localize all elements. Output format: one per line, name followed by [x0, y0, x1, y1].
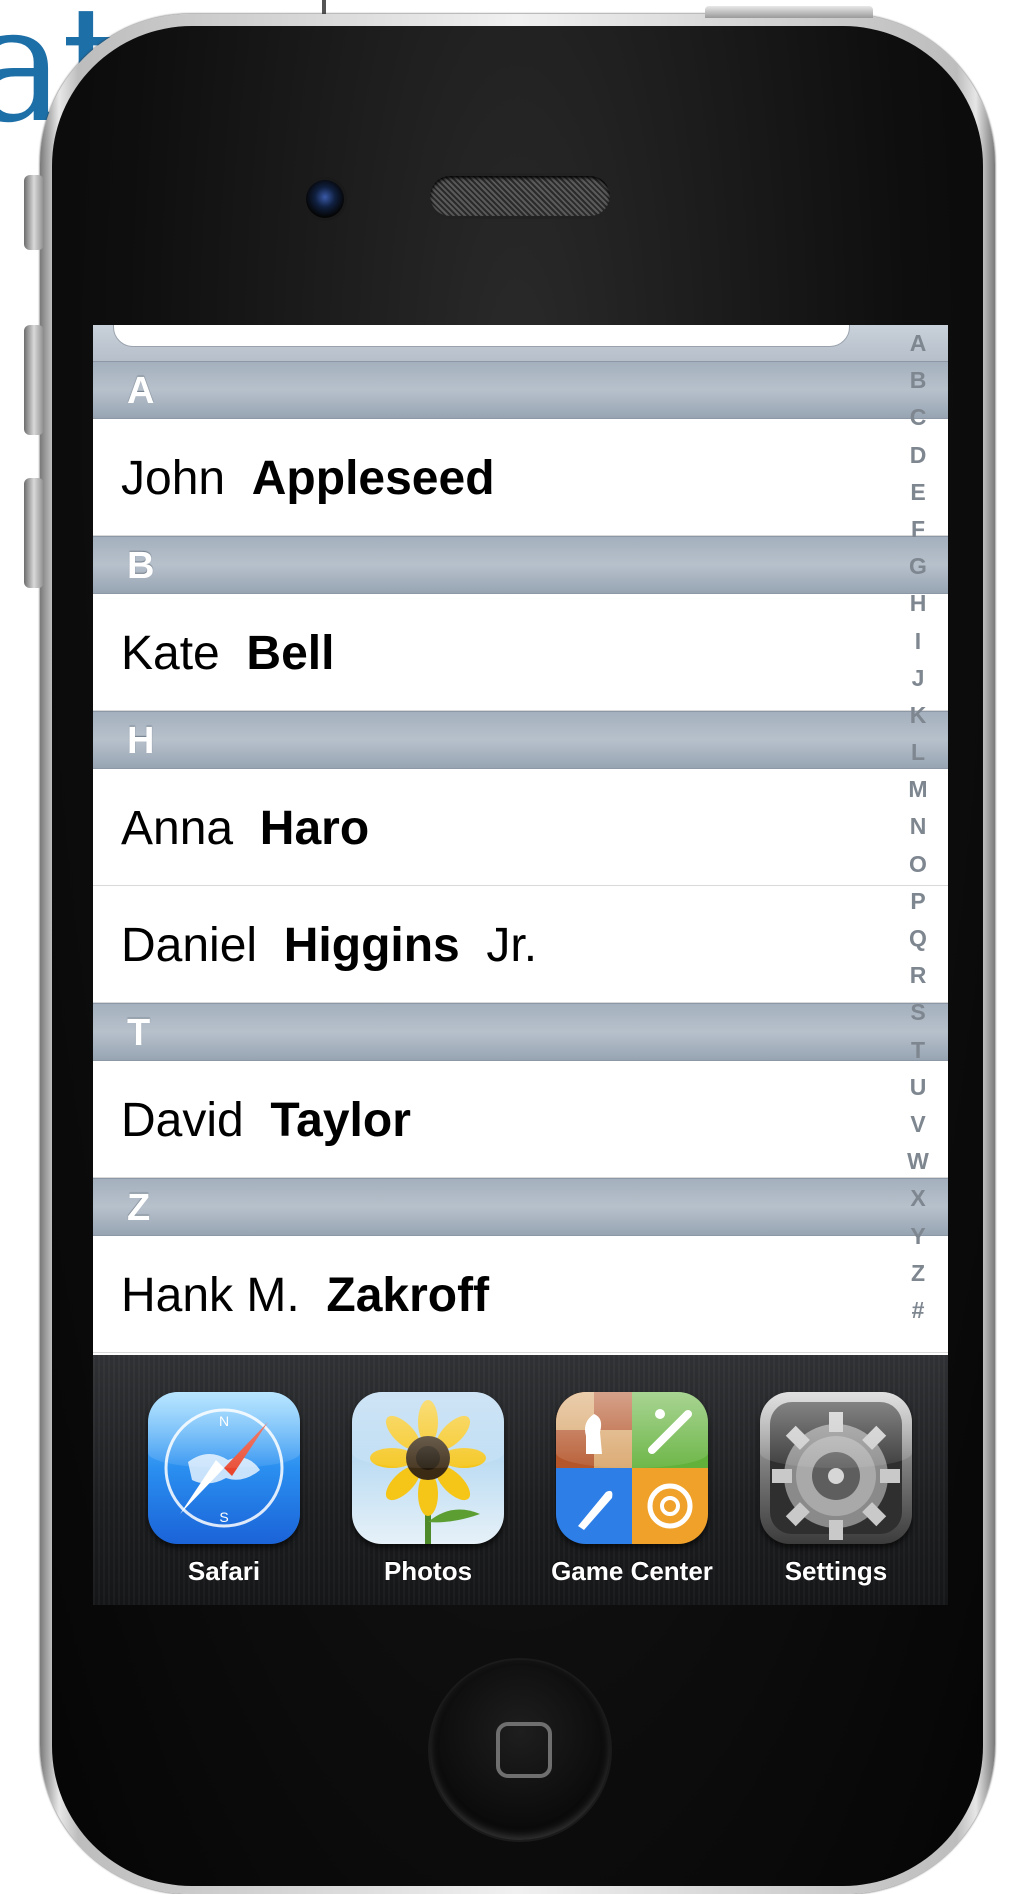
index-letter[interactable]: A: [910, 325, 927, 362]
last-name: Haro: [259, 802, 370, 855]
index-letter[interactable]: K: [910, 697, 927, 734]
section-header-t: T: [93, 1003, 948, 1061]
contact-row-david-taylor[interactable]: David Taylor: [93, 1061, 948, 1178]
index-letter[interactable]: L: [911, 734, 925, 771]
section-letter: T: [127, 1012, 151, 1054]
sunflower-icon: [352, 1392, 504, 1544]
app-label: Photos: [383, 1556, 473, 1586]
index-letter[interactable]: B: [910, 362, 927, 399]
index-letter[interactable]: I: [915, 623, 921, 660]
contact-name: Kate Bell: [121, 626, 334, 681]
index-letter[interactable]: T: [911, 1032, 925, 1069]
index-letter[interactable]: O: [909, 846, 927, 883]
home-button[interactable]: [430, 1660, 610, 1840]
search-field[interactable]: [113, 325, 850, 347]
first-name: David: [121, 1094, 244, 1147]
section-letter: B: [127, 545, 155, 587]
dock-app-game-center[interactable]: Game Center: [547, 1392, 717, 1587]
contact-name: Daniel Higgins Jr.: [121, 918, 537, 973]
app-label: Game Center: [551, 1556, 713, 1586]
index-letter[interactable]: N: [910, 808, 927, 845]
index-letter[interactable]: Y: [910, 1218, 925, 1255]
index-letter[interactable]: J: [912, 660, 925, 697]
index-letter[interactable]: R: [910, 957, 927, 994]
last-name: Bell: [246, 627, 335, 680]
section-index-bar[interactable]: A B C D E F G H I J K L M N O P Q R S T U V W X Y Z #: [888, 325, 948, 1355]
index-letter[interactable]: E: [910, 474, 925, 511]
index-letter[interactable]: Q: [909, 920, 927, 957]
search-bar: [93, 325, 948, 362]
first-name: John: [121, 452, 226, 505]
first-name: Hank M.: [121, 1269, 300, 1322]
index-letter[interactable]: V: [910, 1106, 925, 1143]
contact-row-daniel-higgins[interactable]: Daniel Higgins Jr.: [93, 886, 948, 1003]
contacts-screen: A John Appleseed B Kate Bell H Anna Haro…: [93, 325, 948, 1605]
first-name: Daniel: [121, 919, 258, 972]
volume-up-button[interactable]: [24, 325, 44, 435]
contact-row-hank-zakroff[interactable]: Hank M. Zakroff: [93, 1236, 948, 1353]
section-letter: A: [127, 370, 155, 412]
front-camera: [306, 180, 344, 218]
section-header-h: H: [93, 711, 948, 769]
dock: N S Safari: [93, 1355, 948, 1605]
sleep-wake-button[interactable]: [705, 6, 873, 18]
last-name: Taylor: [270, 1094, 411, 1147]
contact-name: Hank M. Zakroff: [121, 1268, 489, 1323]
index-letter[interactable]: Z: [911, 1255, 925, 1292]
index-letter[interactable]: #: [912, 1292, 925, 1329]
last-name: Zakroff: [326, 1269, 490, 1322]
last-name: Higgins: [283, 919, 460, 972]
index-letter[interactable]: G: [909, 548, 927, 585]
contact-row-john-appleseed[interactable]: John Appleseed: [93, 419, 948, 536]
section-header-a: A: [93, 361, 948, 419]
dock-app-safari[interactable]: N S Safari: [139, 1392, 309, 1587]
contact-list: A John Appleseed B Kate Bell H Anna Haro…: [93, 361, 948, 1353]
dock-app-photos[interactable]: Photos: [343, 1392, 513, 1587]
first-name: Anna: [121, 802, 234, 855]
index-letter[interactable]: U: [910, 1069, 927, 1106]
contact-row-anna-haro[interactable]: Anna Haro: [93, 769, 948, 886]
index-letter[interactable]: W: [907, 1143, 929, 1180]
volume-down-button[interactable]: [24, 478, 44, 588]
contact-name: Anna Haro: [121, 801, 369, 856]
contact-name: David Taylor: [121, 1093, 411, 1148]
earpiece-speaker: [430, 176, 610, 216]
app-label: Settings: [784, 1556, 888, 1586]
contact-name: John Appleseed: [121, 451, 495, 506]
index-letter[interactable]: M: [908, 771, 927, 808]
app-label: Safari: [187, 1556, 261, 1586]
dock-app-settings[interactable]: Settings: [751, 1392, 921, 1587]
index-letter[interactable]: P: [910, 883, 925, 920]
index-letter[interactable]: D: [910, 437, 927, 474]
section-header-b: B: [93, 536, 948, 594]
section-letter: Z: [127, 1187, 151, 1229]
gear-icon: [760, 1392, 912, 1544]
index-letter[interactable]: H: [910, 585, 927, 622]
index-letter[interactable]: S: [910, 994, 925, 1031]
svg-text:S: S: [219, 1509, 228, 1525]
mute-switch[interactable]: [24, 175, 44, 250]
section-header-z: Z: [93, 1178, 948, 1236]
home-square-icon: [496, 1722, 552, 1778]
section-letter: H: [127, 720, 155, 762]
index-letter[interactable]: X: [910, 1180, 925, 1217]
index-letter[interactable]: F: [911, 511, 925, 548]
index-letter[interactable]: C: [910, 399, 927, 436]
last-name: Appleseed: [251, 452, 495, 505]
first-name: Kate: [121, 627, 220, 680]
safari-icon: N S: [148, 1392, 300, 1544]
game-center-icon: [556, 1392, 708, 1544]
name-suffix: Jr.: [486, 919, 538, 972]
contact-row-kate-bell[interactable]: Kate Bell: [93, 594, 948, 711]
